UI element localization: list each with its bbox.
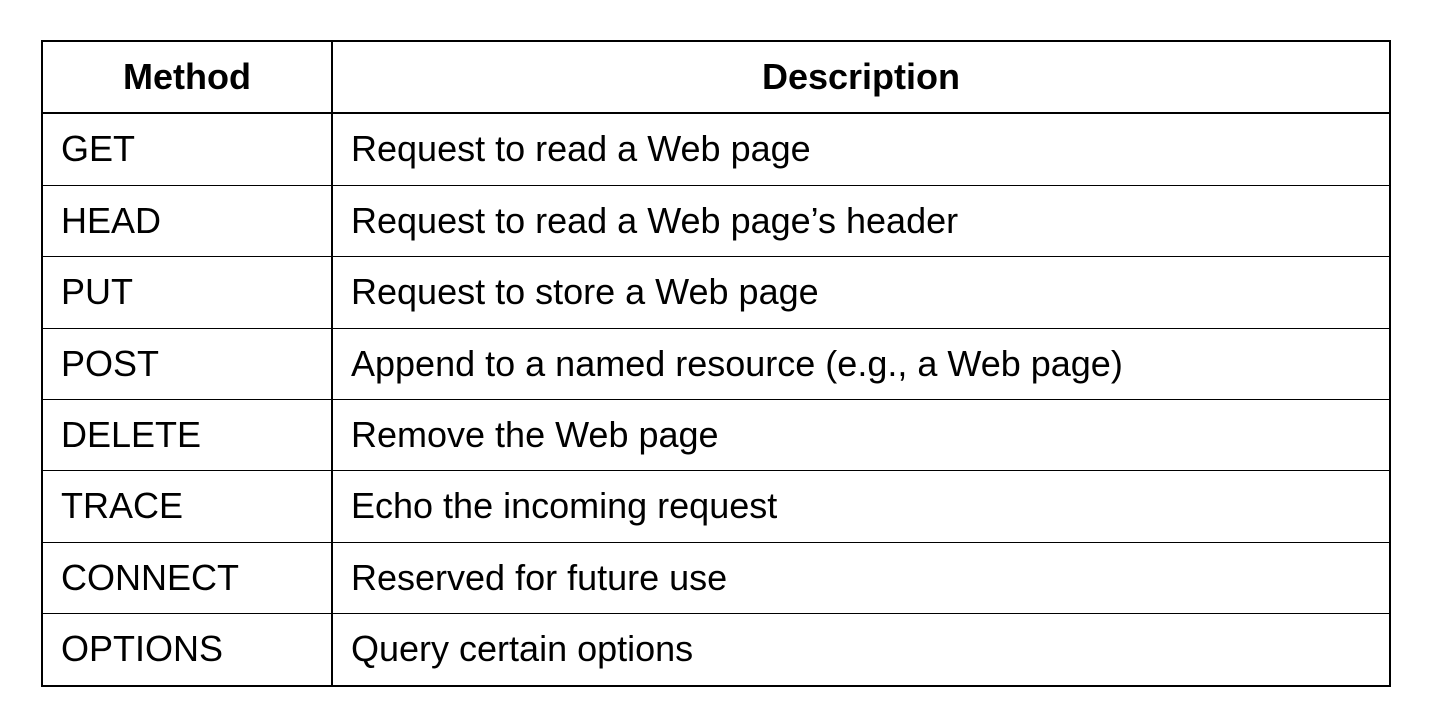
cell-method: OPTIONS: [42, 614, 332, 686]
cell-description: Request to store a Web page: [332, 257, 1390, 328]
cell-method: GET: [42, 113, 332, 185]
cell-description: Remove the Web page: [332, 399, 1390, 470]
cell-description: Request to read a Web page: [332, 113, 1390, 185]
cell-method: PUT: [42, 257, 332, 328]
table-row: TRACE Echo the incoming request: [42, 471, 1390, 542]
table-row: GET Request to read a Web page: [42, 113, 1390, 185]
cell-description: Request to read a Web page’s header: [332, 185, 1390, 256]
table-row: HEAD Request to read a Web page’s header: [42, 185, 1390, 256]
cell-method: HEAD: [42, 185, 332, 256]
cell-method: POST: [42, 328, 332, 399]
cell-description: Reserved for future use: [332, 542, 1390, 613]
cell-description: Append to a named resource (e.g., a Web …: [332, 328, 1390, 399]
table-header-row: Method Description: [42, 41, 1390, 113]
table-row: OPTIONS Query certain options: [42, 614, 1390, 686]
http-methods-table: Method Description GET Request to read a…: [41, 40, 1391, 687]
table-row: DELETE Remove the Web page: [42, 399, 1390, 470]
table-row: PUT Request to store a Web page: [42, 257, 1390, 328]
cell-method: DELETE: [42, 399, 332, 470]
cell-description: Query certain options: [332, 614, 1390, 686]
cell-method: TRACE: [42, 471, 332, 542]
header-method: Method: [42, 41, 332, 113]
cell-method: CONNECT: [42, 542, 332, 613]
table-row: CONNECT Reserved for future use: [42, 542, 1390, 613]
header-description: Description: [332, 41, 1390, 113]
table-row: POST Append to a named resource (e.g., a…: [42, 328, 1390, 399]
cell-description: Echo the incoming request: [332, 471, 1390, 542]
